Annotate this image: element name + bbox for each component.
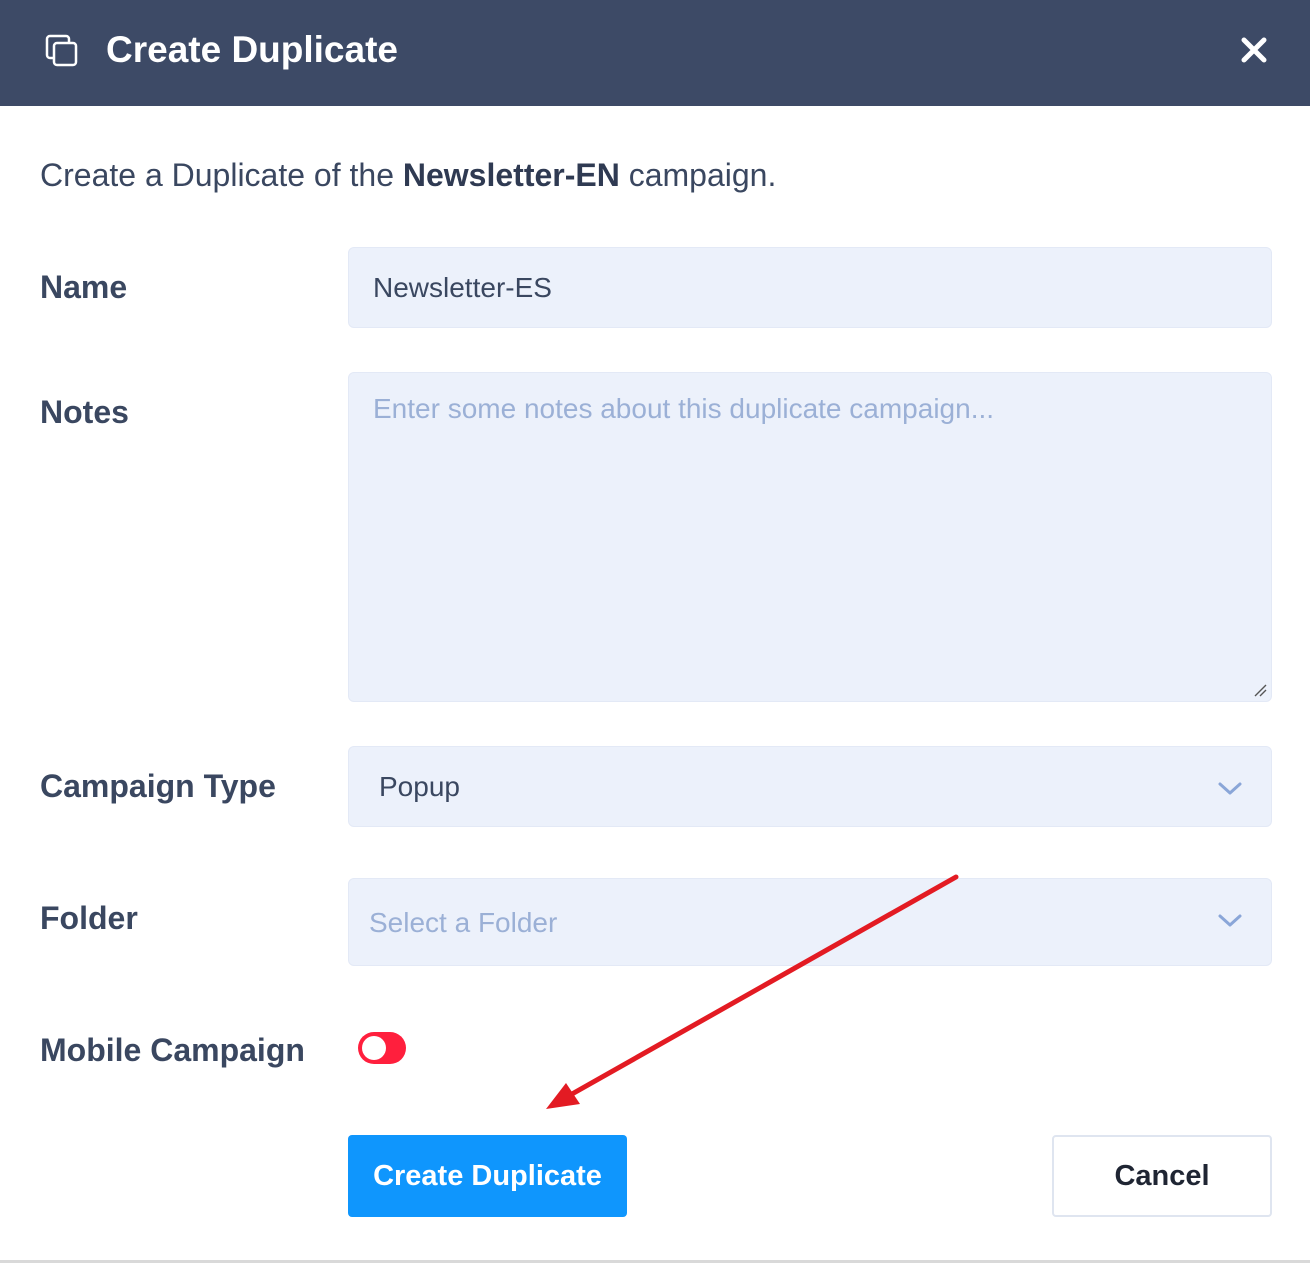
- intro-suffix: campaign.: [619, 157, 777, 193]
- folder-placeholder: Select a Folder: [369, 907, 558, 938]
- campaign-type-label: Campaign Type: [40, 768, 276, 804]
- resize-handle-icon[interactable]: [1252, 682, 1268, 698]
- name-label: Name: [40, 269, 128, 305]
- create-duplicate-button[interactable]: Create Duplicate: [348, 1135, 627, 1217]
- mobile-campaign-label: Mobile Campaign: [40, 1032, 305, 1068]
- notes-textarea[interactable]: Enter some notes about this duplicate ca…: [348, 372, 1272, 702]
- folder-select[interactable]: Select a Folder: [348, 878, 1272, 966]
- dialog-title: Create Duplicate: [106, 29, 398, 70]
- mobile-campaign-toggle[interactable]: [358, 1032, 406, 1064]
- toggle-knob: [362, 1036, 386, 1060]
- source-campaign-name: Newsletter-EN: [402, 157, 620, 193]
- name-input[interactable]: Newsletter-ES: [348, 247, 1272, 328]
- notes-placeholder: Enter some notes about this duplicate ca…: [373, 393, 995, 424]
- duplicate-icon: [45, 34, 78, 67]
- close-icon[interactable]: [1236, 32, 1272, 68]
- intro-prefix: Create a Duplicate of the: [40, 157, 403, 193]
- notes-label: Notes: [40, 394, 129, 430]
- cancel-button[interactable]: Cancel: [1052, 1135, 1272, 1217]
- chevron-down-icon: [1218, 914, 1242, 927]
- campaign-type-value: Popup: [379, 771, 460, 802]
- folder-label: Folder: [40, 900, 138, 936]
- dialog-description: Create a Duplicate of the Newsletter-EN …: [40, 154, 776, 196]
- name-input-value: Newsletter-ES: [373, 272, 552, 303]
- campaign-type-select[interactable]: Popup: [348, 746, 1272, 827]
- chevron-down-icon: [1218, 782, 1242, 795]
- create-duplicate-dialog: Create Duplicate Create a Duplicate of t…: [0, 0, 1310, 1263]
- dialog-header: Create Duplicate: [0, 0, 1310, 106]
